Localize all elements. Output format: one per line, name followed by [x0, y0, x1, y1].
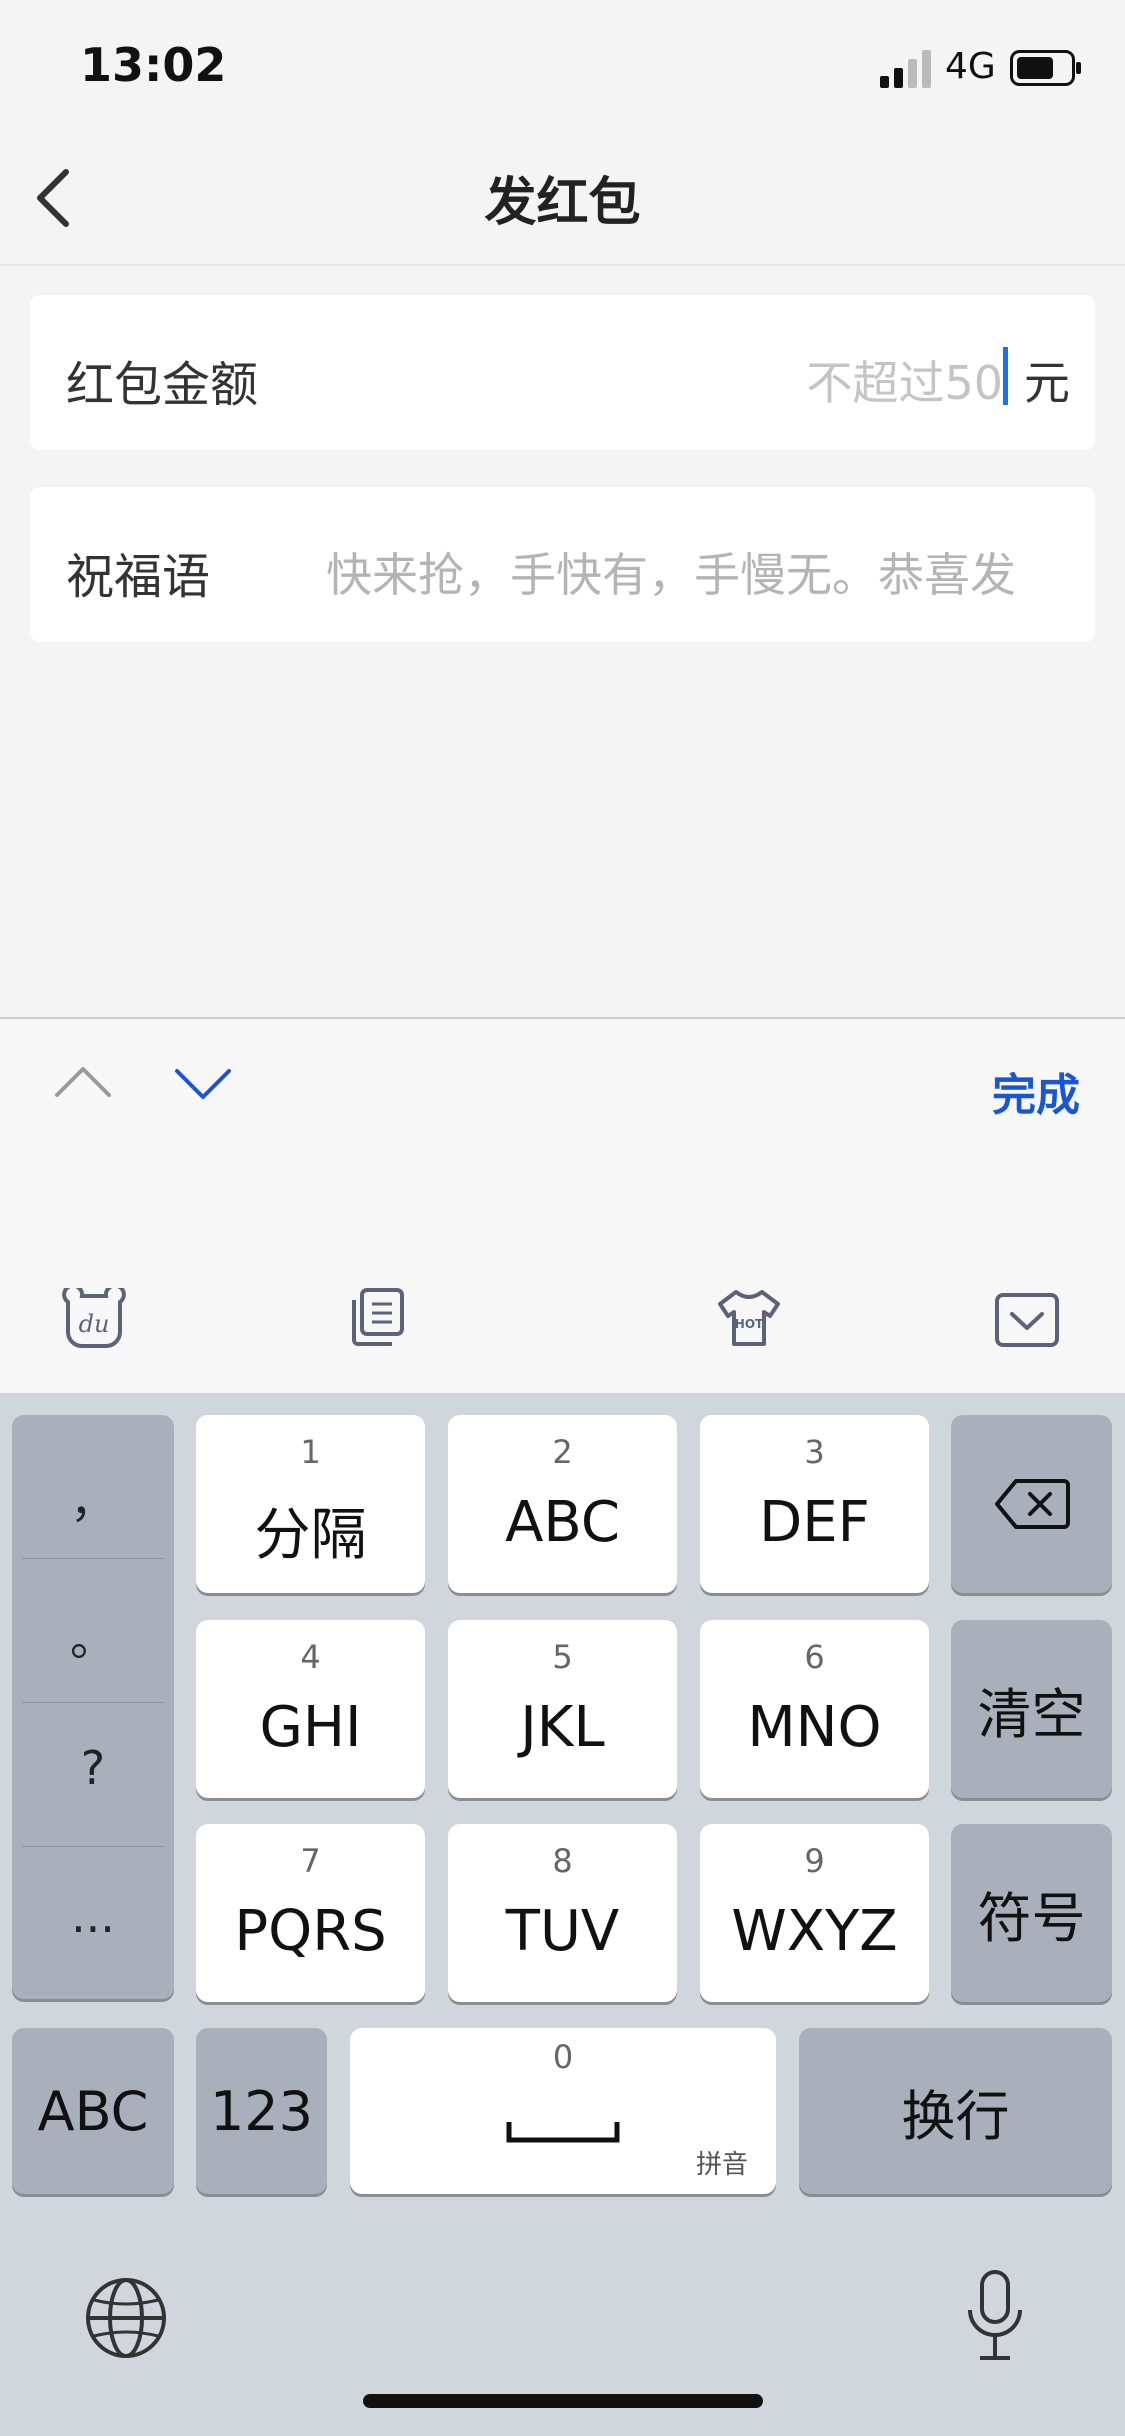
- hot-shirt-icon[interactable]: HOT: [716, 1288, 782, 1348]
- key-1[interactable]: 1 分隔: [196, 1415, 425, 1593]
- signal-icon: [880, 50, 931, 88]
- key-label: PQRS: [234, 1899, 387, 1964]
- enter-key-label: 换行: [901, 2084, 1010, 2148]
- key-number: 6: [804, 1638, 825, 1676]
- number-mode-key[interactable]: 123: [196, 2028, 327, 2194]
- greeting-label: 祝福语: [66, 549, 211, 605]
- microphone-icon[interactable]: [960, 2268, 1030, 2364]
- symbol-panel: ， 。 ? ...: [12, 1415, 174, 1999]
- symbol-key-label: 符号: [977, 1886, 1086, 1950]
- key-label: JKL: [520, 1695, 605, 1760]
- key-number: 0: [552, 2038, 574, 2076]
- key-label: ABC: [505, 1490, 620, 1555]
- clear-key-label: 清空: [977, 1682, 1086, 1746]
- home-indicator: [363, 2394, 763, 2408]
- collapse-keyboard-icon[interactable]: [994, 1292, 1060, 1348]
- key-9[interactable]: 9 WXYZ: [700, 1824, 929, 2002]
- amount-unit: 元: [1024, 356, 1070, 410]
- key-7[interactable]: 7 PQRS: [196, 1824, 425, 2002]
- backspace-icon: [994, 1479, 1070, 1529]
- symbol-key[interactable]: 符号: [951, 1824, 1112, 2002]
- amount-input[interactable]: 不超过50: [806, 347, 1003, 413]
- key-number: 5: [552, 1638, 573, 1676]
- key-number: 9: [804, 1842, 825, 1880]
- key-number: 1: [300, 1433, 321, 1471]
- status-time: 13:02: [80, 38, 227, 92]
- text-caret: [1003, 347, 1008, 405]
- battery-icon: [1010, 50, 1081, 86]
- greeting-input[interactable]: 快来抢，手快有，手慢无。恭喜发: [326, 539, 1016, 605]
- symbol-period-key[interactable]: 。: [12, 1603, 174, 1669]
- enter-key[interactable]: 换行: [799, 2028, 1112, 2194]
- ime-toolbar: du HOT: [0, 1150, 1125, 1393]
- key-number: 4: [300, 1638, 321, 1676]
- key-2[interactable]: 2 ABC: [448, 1415, 677, 1593]
- key-label: MNO: [747, 1695, 882, 1760]
- clipboard-icon[interactable]: [346, 1286, 406, 1348]
- done-button[interactable]: 完成: [992, 1059, 1080, 1123]
- key-label: WXYZ: [731, 1899, 898, 1964]
- space-bar-icon: [506, 2122, 620, 2143]
- svg-text:du: du: [79, 1310, 110, 1338]
- number-mode-key-label: 123: [209, 2079, 314, 2143]
- key-8[interactable]: 8 TUV: [448, 1824, 677, 2002]
- du-logo-icon[interactable]: du: [58, 1288, 130, 1354]
- divider: [22, 1558, 164, 1559]
- symbol-ellipsis-key[interactable]: ...: [12, 1889, 174, 1943]
- key-label: DEF: [759, 1490, 870, 1555]
- symbol-comma-key[interactable]: ，: [12, 1465, 174, 1531]
- key-label: GHI: [259, 1695, 362, 1760]
- hot-text: HOT: [735, 1317, 764, 1331]
- space-key[interactable]: 0 拼音: [350, 2028, 776, 2194]
- nav-divider: [0, 264, 1125, 266]
- divider: [22, 1702, 164, 1703]
- key-3[interactable]: 3 DEF: [700, 1415, 929, 1593]
- clear-key[interactable]: 清空: [951, 1620, 1112, 1798]
- input-accessory-bar: 完成: [0, 1017, 1125, 1153]
- chevron-up-icon[interactable]: [52, 1061, 114, 1101]
- greeting-card[interactable]: 祝福语 快来抢，手快有，手慢无。恭喜发: [30, 487, 1095, 642]
- amount-label: 红包金额: [66, 357, 259, 413]
- globe-icon[interactable]: [82, 2274, 170, 2362]
- key-4[interactable]: 4 GHI: [196, 1620, 425, 1798]
- key-label: TUV: [505, 1899, 620, 1964]
- backspace-key[interactable]: [951, 1415, 1112, 1593]
- key-6[interactable]: 6 MNO: [700, 1620, 929, 1798]
- page-title: 发红包: [484, 173, 641, 233]
- abc-key[interactable]: ABC: [12, 2028, 174, 2194]
- network-type: 4G: [945, 46, 996, 87]
- pinyin-label: 拼音: [695, 2150, 748, 2180]
- abc-key-label: ABC: [37, 2079, 149, 2143]
- symbol-question-key[interactable]: ?: [12, 1741, 174, 1795]
- key-5[interactable]: 5 JKL: [448, 1620, 677, 1798]
- chevron-down-icon[interactable]: [172, 1065, 234, 1105]
- key-label: 分隔: [254, 1503, 367, 1568]
- key-number: 2: [552, 1433, 573, 1471]
- key-number: 3: [804, 1433, 825, 1471]
- key-number: 8: [552, 1842, 573, 1880]
- key-number: 7: [300, 1842, 321, 1880]
- divider: [22, 1846, 164, 1847]
- amount-card[interactable]: 红包金额 不超过50 元: [30, 295, 1095, 450]
